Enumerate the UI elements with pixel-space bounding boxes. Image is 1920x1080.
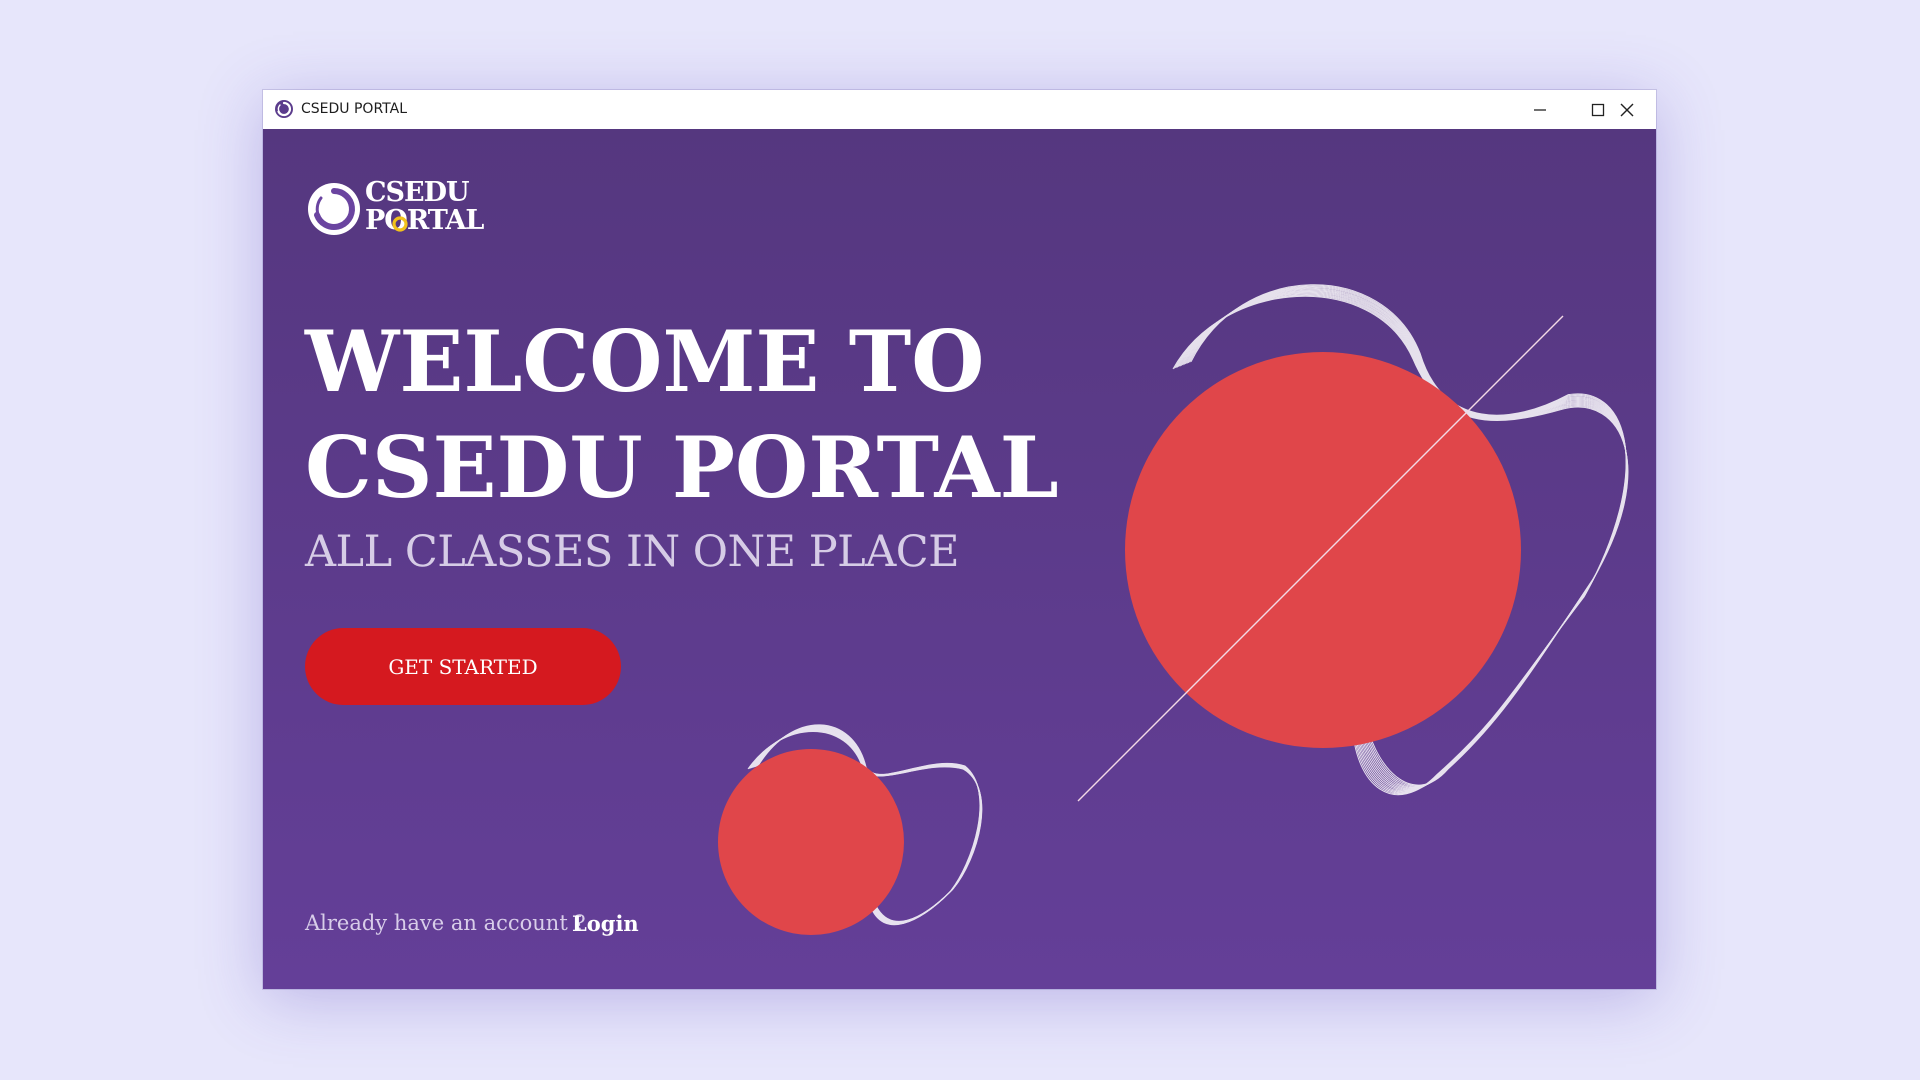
diagonal-line: [1077, 315, 1564, 802]
app-window: CSEDU PORTAL CSEDU PORTAL WELCOME TO CSE…: [263, 90, 1656, 989]
logo-text-csedu: CSEDU: [365, 177, 470, 208]
wave-line: [1175, 294, 1628, 788]
wave-line: [754, 726, 981, 925]
account-prompt: Already have an account ?: [305, 911, 586, 935]
login-link[interactable]: Login: [572, 911, 639, 936]
headline-line-1: WELCOME TO: [305, 312, 985, 411]
wave-line: [1190, 284, 1627, 795]
wave-line: [1183, 288, 1628, 792]
title-bar[interactable]: CSEDU PORTAL: [263, 90, 1656, 130]
logo-text-portal: PORTAL: [365, 205, 484, 236]
wave-line: [751, 728, 982, 924]
wave-line: [1176, 293, 1628, 788]
wave-line: [747, 731, 983, 922]
wave-line: [1186, 286, 1627, 793]
logo-accent-ring-icon: [392, 216, 408, 232]
wave-line: [1189, 285, 1627, 795]
wave-line: [1180, 290, 1628, 790]
wave-line: [757, 724, 981, 926]
window-title: CSEDU PORTAL: [301, 101, 407, 117]
csedu-swirl-logo: [308, 183, 360, 235]
wave-line: [750, 729, 982, 923]
wave-line: [1185, 287, 1628, 793]
wave-line: [755, 725, 981, 925]
headline-line-2: CSEDU PORTAL: [305, 418, 1059, 517]
wave-line: [1178, 292, 1628, 789]
wave-line: [749, 729, 982, 923]
close-icon: [1620, 103, 1634, 116]
wave-line: [1187, 286, 1627, 794]
large-red-circle: [1125, 352, 1521, 748]
wave-line: [1173, 294, 1629, 787]
page-headline: WELCOME TO CSEDU PORTAL: [305, 309, 1059, 521]
minimize-button[interactable]: [1511, 90, 1569, 129]
wave-line: [1172, 295, 1629, 786]
csedu-swirl-icon: [275, 100, 293, 118]
wave-line: [753, 726, 982, 924]
small-red-circle: [718, 749, 904, 935]
wave-line: [756, 724, 981, 925]
large-wave-lines: [1172, 284, 1629, 795]
wave-line: [1182, 289, 1628, 791]
close-button[interactable]: [1598, 90, 1656, 129]
wave-line: [753, 727, 982, 924]
tagline: ALL CLASSES IN ONE PLACE: [305, 527, 960, 577]
welcome-screen: CSEDU PORTAL WELCOME TO CSEDU PORTAL ALL…: [263, 129, 1656, 989]
get-started-button[interactable]: GET STARTED: [305, 628, 621, 705]
small-wave-lines: [747, 724, 983, 926]
brand-logo: CSEDU PORTAL: [305, 177, 505, 241]
minimize-icon: [1534, 108, 1546, 111]
wave-line: [1179, 291, 1628, 790]
wave-line: [748, 730, 983, 923]
wave-line: [752, 727, 982, 924]
